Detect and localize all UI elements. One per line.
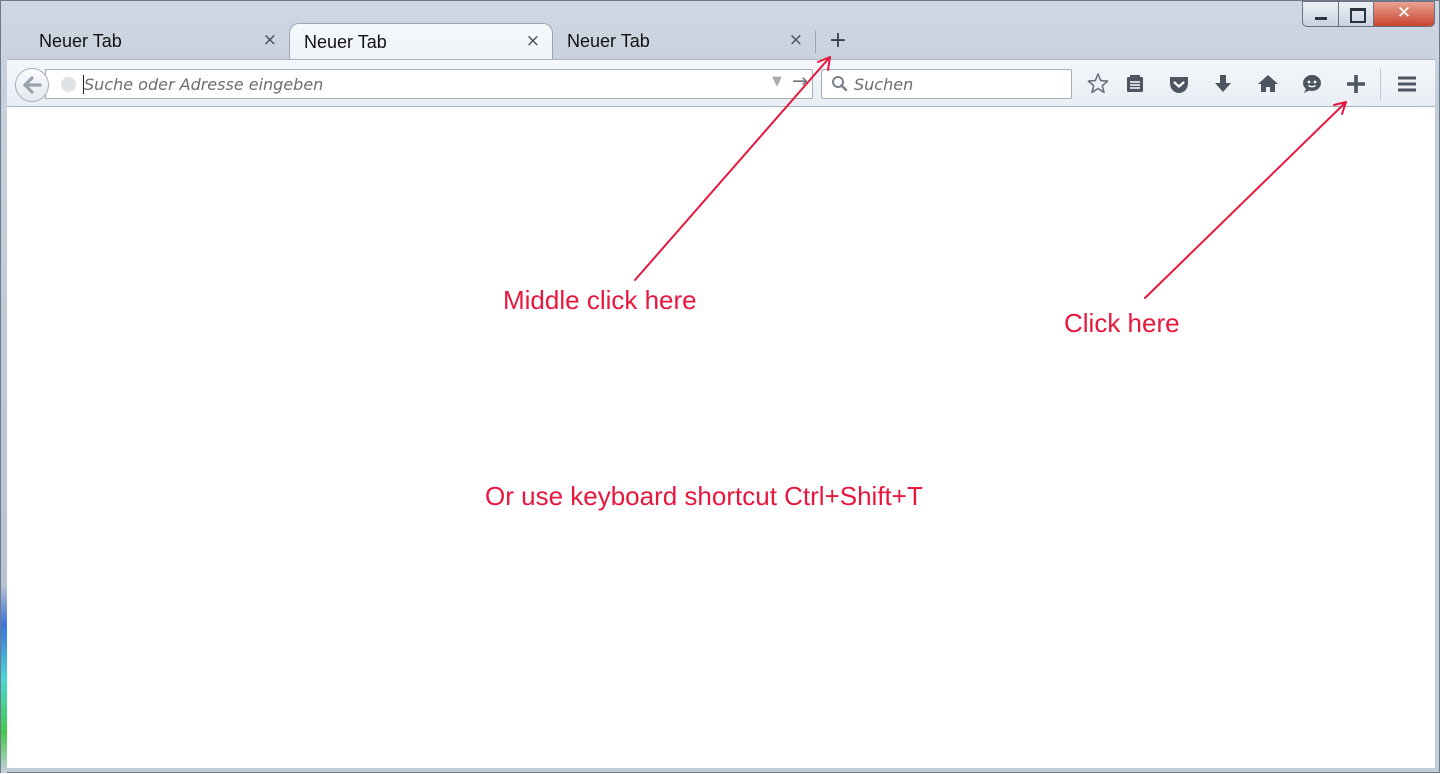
back-arrow-icon	[23, 76, 42, 94]
toolbar-separator	[1380, 68, 1381, 100]
page-content	[7, 107, 1435, 768]
globe-icon	[61, 77, 76, 92]
tab-3[interactable]: Neuer Tab ×	[553, 23, 815, 59]
search-icon	[832, 76, 848, 92]
star-icon[interactable]	[1085, 71, 1111, 97]
tab-close-icon[interactable]: ×	[789, 30, 803, 50]
tab-label: Neuer Tab	[304, 32, 387, 52]
tab-label: Neuer Tab	[567, 31, 650, 51]
plus-icon[interactable]	[1343, 71, 1369, 97]
hamburger-menu-icon[interactable]	[1394, 71, 1420, 97]
address-input[interactable]	[84, 73, 724, 95]
new-tab-button[interactable]: +	[825, 28, 851, 54]
browser-window: Neuer Tab × Neuer Tab × Neuer Tab × + ✕ …	[0, 0, 1440, 773]
tab-1[interactable]: Neuer Tab ×	[25, 23, 289, 59]
tab-separator	[815, 31, 816, 53]
close-window-button[interactable]: ✕	[1373, 1, 1435, 27]
reading-list-icon[interactable]	[1122, 71, 1148, 97]
url-bar[interactable]: ▼ →	[45, 69, 813, 99]
tab-strip: Neuer Tab × Neuer Tab × Neuer Tab × + ✕	[1, 1, 1440, 59]
search-input[interactable]	[854, 73, 1054, 95]
tab-close-icon[interactable]: ×	[263, 30, 277, 50]
navigation-toolbar: ▼ →	[7, 59, 1435, 107]
pocket-icon[interactable]	[1166, 71, 1192, 97]
middle-click-annotation: Middle click here	[503, 285, 697, 315]
tab-2-active[interactable]: Neuer Tab ×	[289, 23, 553, 59]
maximize-button[interactable]	[1338, 1, 1374, 27]
download-icon[interactable]	[1210, 71, 1236, 97]
tab-label: Neuer Tab	[39, 31, 122, 51]
home-icon[interactable]	[1255, 71, 1281, 97]
tab-close-icon[interactable]: ×	[526, 31, 540, 51]
back-button[interactable]	[15, 68, 49, 102]
go-arrow-icon[interactable]: →	[792, 70, 808, 92]
history-dropdown-icon[interactable]: ▼	[772, 74, 782, 89]
click-annotation: Click here	[1064, 308, 1180, 338]
chat-icon[interactable]	[1299, 71, 1325, 97]
shortcut-annotation: Or use keyboard shortcut Ctrl+Shift+T	[485, 481, 923, 511]
search-bar[interactable]	[821, 69, 1072, 99]
minimize-button[interactable]	[1302, 1, 1339, 27]
close-icon: ✕	[1396, 3, 1412, 23]
